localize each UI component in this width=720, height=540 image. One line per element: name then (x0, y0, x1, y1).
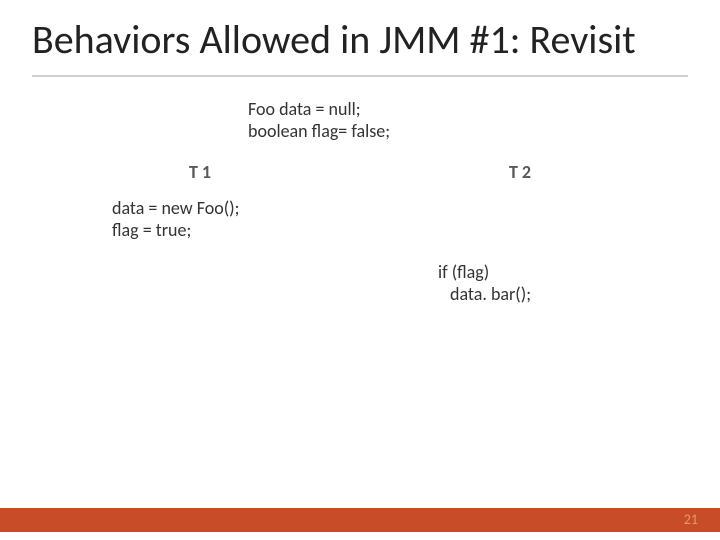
thread-1-label: T 1 (40, 161, 360, 183)
code-line: data = new Foo(); (112, 197, 360, 220)
thread-2-label: T 2 (360, 161, 680, 183)
slide-title: Behaviors Allowed in JMM #1: Revisit (32, 18, 688, 63)
init-code-line: boolean flag= false; (248, 121, 720, 143)
page-number: 21 (684, 511, 698, 528)
init-code-block: Foo data = null; boolean flag= false; (0, 99, 720, 143)
thread-2-column: T 2 if (flag) data. bar(); (360, 161, 680, 306)
init-code-line: Foo data = null; (248, 99, 720, 121)
code-line: data. bar(); (438, 283, 680, 306)
threads-container: T 1 data = new Foo(); flag = true; T 2 i… (0, 161, 720, 306)
code-line: flag = true; (112, 219, 360, 242)
title-underline (32, 75, 688, 77)
thread-1-body: data = new Foo(); flag = true; (40, 197, 360, 242)
footer-bar (0, 508, 720, 532)
thread-2-body: if (flag) data. bar(); (360, 261, 680, 306)
code-line: if (flag) (438, 261, 680, 284)
thread-1-column: T 1 data = new Foo(); flag = true; (40, 161, 360, 306)
